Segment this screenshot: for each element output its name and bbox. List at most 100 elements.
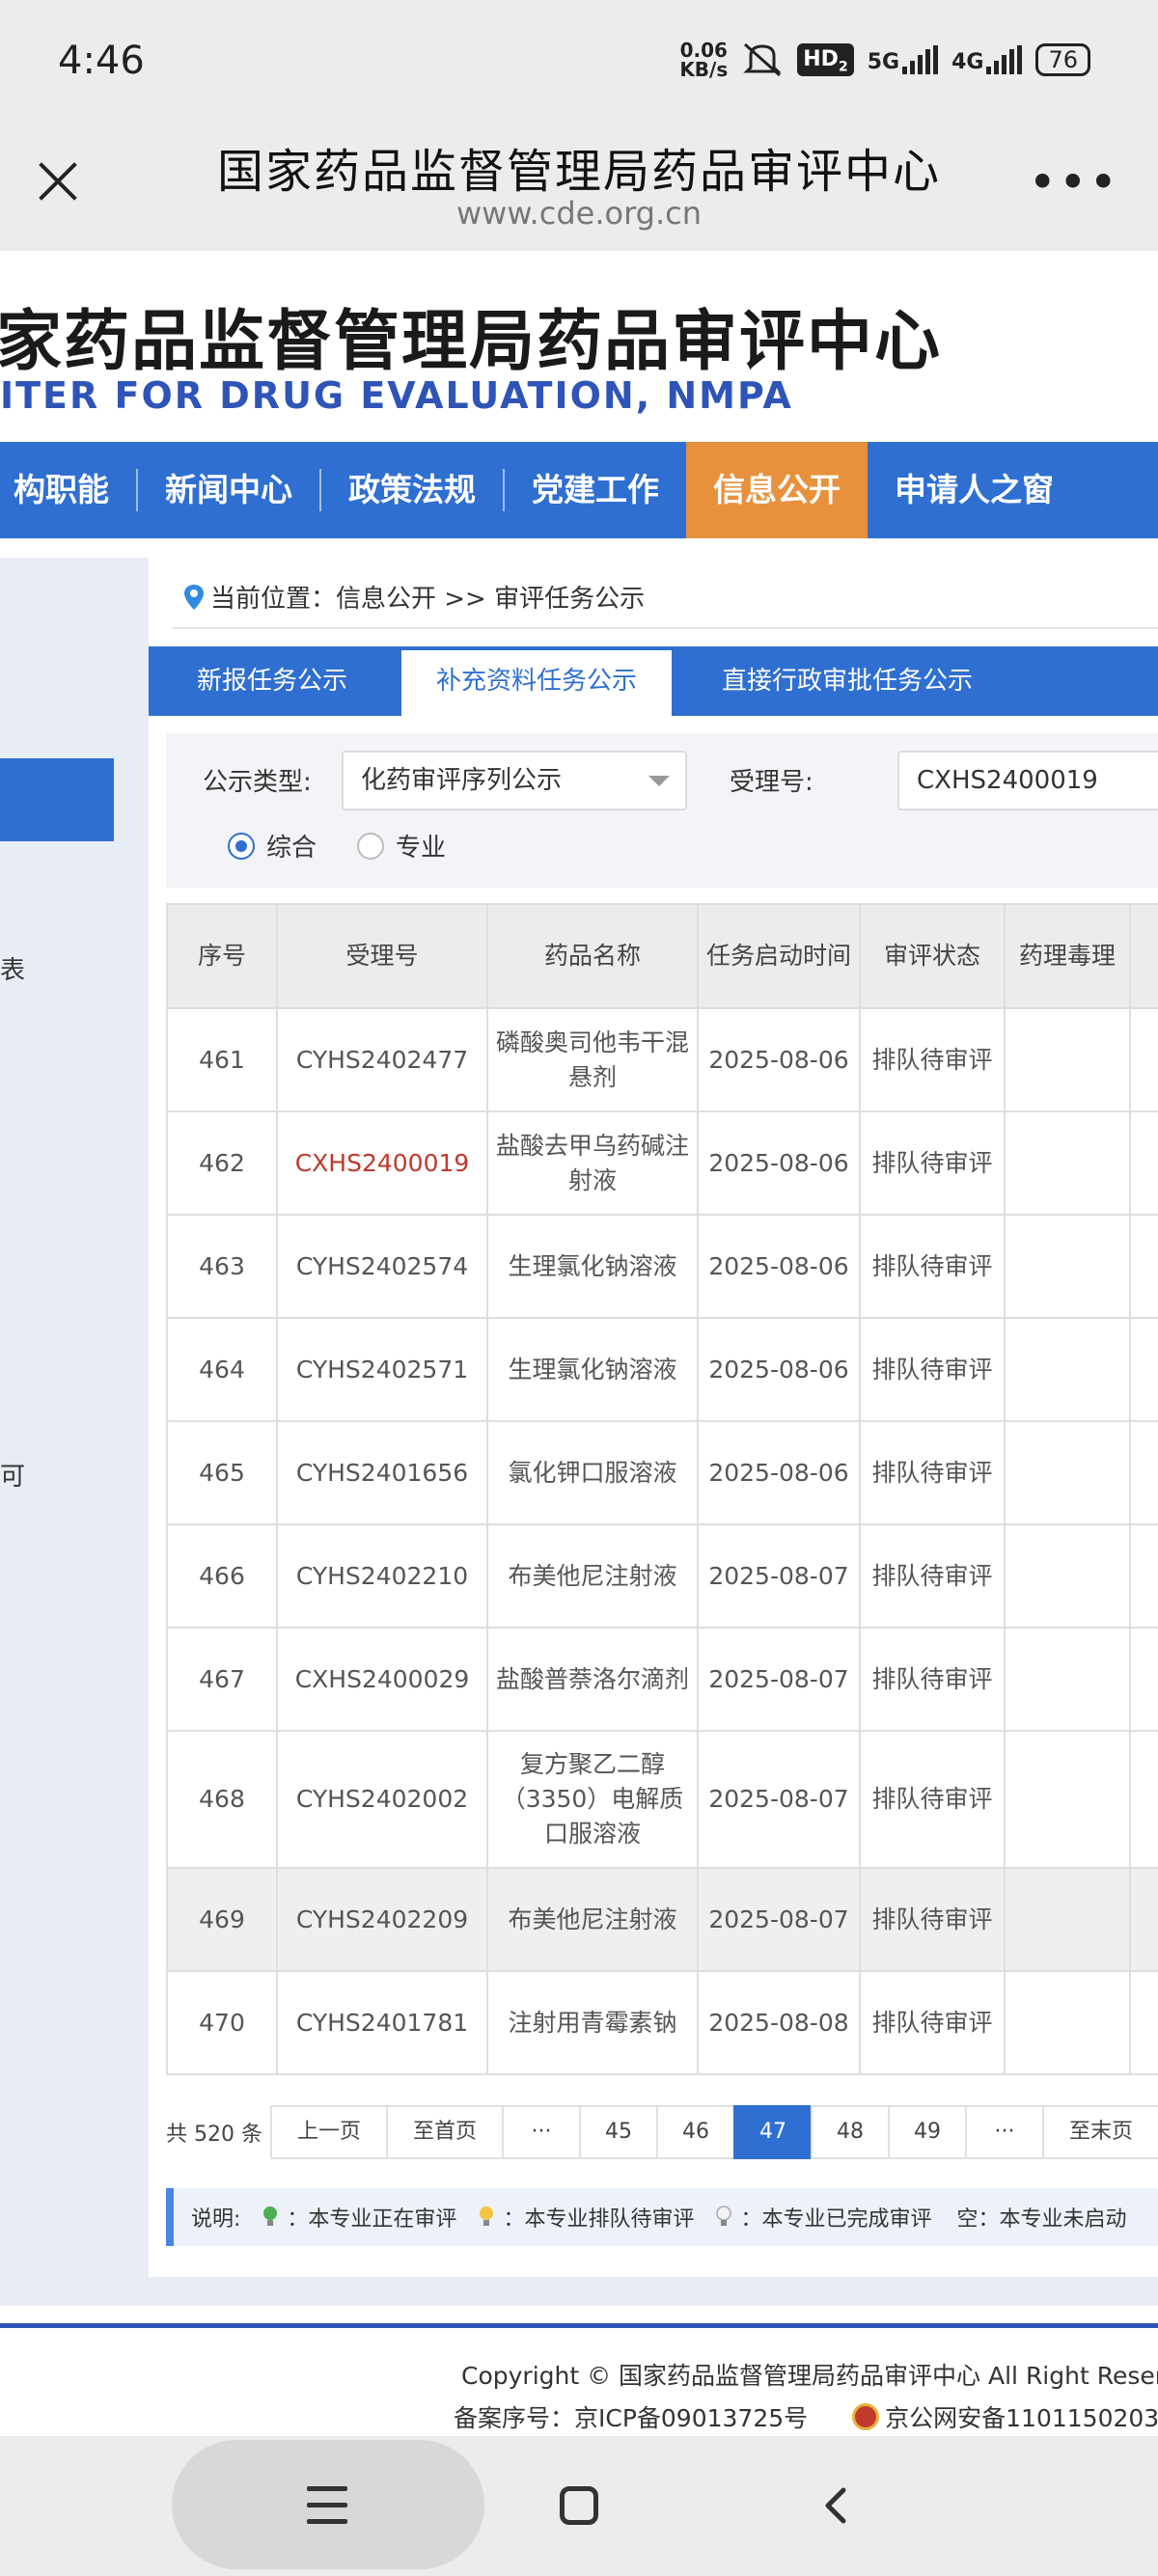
status-bar: 4:46 0.06 KB/s HD2 5G 4G 76 (0, 0, 1158, 125)
radio-comprehensive[interactable]: 综合 (228, 828, 317, 863)
cell-drug-name: 氯化钾口服溶液 (486, 1420, 699, 1525)
copyright-text: Copyright © 国家药品监督管理局药品审评中心 All Right Re… (461, 2362, 1158, 2390)
status-icons: 0.06 KB/s HD2 5G 4G 76 (679, 41, 1090, 79)
table-row[interactable]: 466 CYHS2402210 布美他尼注射液 2025-08-07 排队待审评 (166, 1523, 1158, 1629)
home-icon[interactable] (560, 2486, 598, 2525)
nav-item-policy[interactable]: 政策法规 (321, 442, 503, 538)
browser-page-title: 国家药品监督管理局药品审评中心 (216, 145, 941, 199)
radio-comprehensive-label: 综合 (266, 834, 317, 863)
site-name-en: ITER FOR DRUG EVALUATION, NMPA (0, 374, 793, 417)
nav-item-news[interactable]: 新闻中心 (138, 442, 319, 538)
total-count: 共 520 条 (166, 2123, 262, 2147)
cell-no: 465 (166, 1420, 278, 1525)
cell-status: 排队待审评 (859, 1214, 1006, 1319)
sidebar-item-active[interactable] (0, 758, 114, 841)
col-header-drug-name: 药品名称 (486, 903, 699, 1009)
page-button[interactable]: 49 (887, 2105, 967, 2159)
legend-empty: 空：本专业未启动 (956, 2207, 1127, 2232)
cell-start-time: 2025-08-06 (697, 1007, 861, 1112)
cell-no: 463 (166, 1214, 278, 1319)
battery-icon: 76 (1035, 43, 1090, 76)
cell-drug-name: 注射用青霉素钠 (486, 1970, 699, 2075)
signal-5g-label: 5G (867, 50, 900, 74)
type-label: 公示类型: (203, 768, 312, 797)
cell-drug-name: 盐酸去甲乌药碱注射液 (486, 1110, 699, 1216)
cell-more (1129, 1007, 1158, 1112)
cell-start-time: 2025-08-06 (697, 1420, 861, 1525)
cell-no: 461 (166, 1007, 278, 1112)
browser-url[interactable]: www.cde.org.cn (0, 195, 1158, 232)
site-header: 家药品监督管理局药品审评中心 ITER FOR DRUG EVALUATION,… (0, 251, 1158, 444)
cell-more (1129, 1627, 1158, 1732)
tab-supplement-tasks[interactable]: 补充资料任务公示 (401, 650, 673, 716)
tab-new-tasks[interactable]: 新报任务公示 (149, 646, 401, 716)
table-row[interactable]: 469 CYHS2402209 布美他尼注射液 2025-08-07 排队待审评 (166, 1867, 1158, 1972)
nav-item-functions[interactable]: 构职能 (0, 442, 136, 538)
yellow-bulb-icon (480, 2206, 494, 2226)
police-record-link[interactable]: 京公网安备1101150203753 (885, 2399, 1158, 2434)
table-row[interactable]: 467 CXHS2400029 盐酸普萘洛尔滴剂 2025-08-07 排队待审… (166, 1627, 1158, 1732)
cell-start-time: 2025-08-08 (697, 1970, 861, 2075)
more-menu-icon[interactable]: ••• (1029, 154, 1119, 210)
green-bulb-icon (263, 2206, 278, 2226)
cell-more (1129, 1214, 1158, 1319)
nav-item-info-disclosure[interactable]: 信息公开 (686, 442, 868, 538)
type-select-value: 化药审评序列公示 (361, 766, 563, 795)
cell-drug-name: 复方聚乙二醇（3350）电解质口服溶液 (486, 1730, 699, 1869)
pagination-ellipsis: ··· (501, 2105, 581, 2159)
first-page-button[interactable]: 至首页 (385, 2105, 504, 2159)
tab-direct-approval-tasks[interactable]: 直接行政审批任务公示 (672, 646, 1023, 716)
cell-start-time: 2025-08-06 (697, 1317, 861, 1422)
white-bulb-icon (716, 2206, 732, 2226)
legend-white: ：本专业已完成审评 (740, 2207, 932, 2232)
cell-start-time: 2025-08-07 (697, 1867, 861, 1972)
system-nav-bar (0, 2436, 1158, 2576)
cell-more (1129, 1317, 1158, 1422)
cell-status: 排队待审评 (859, 1110, 1006, 1216)
table-row[interactable]: 461 CYHS2402477 磷酸奥司他韦干混悬剂 2025-08-06 排队… (166, 1007, 1158, 1112)
content-card: 当前位置：信息公开 >> 审评任务公示 新报任务公示 补充资料任务公示 直接行政… (149, 558, 1158, 2277)
page-button-current[interactable]: 47 (732, 2105, 813, 2159)
cell-pharm-tox (1004, 1970, 1131, 2075)
cell-pharm-tox (1004, 1730, 1131, 1869)
cell-more (1129, 1867, 1158, 1972)
cell-start-time: 2025-08-06 (697, 1110, 861, 1216)
cell-more (1129, 1970, 1158, 2075)
cell-pharm-tox (1004, 1420, 1131, 1525)
icp-link[interactable]: 备案序号：京ICP备09013725号 (454, 2399, 808, 2434)
table-row[interactable]: 464 CYHS2402571 生理氯化钠溶液 2025-08-06 排队待审评 (166, 1317, 1158, 1422)
col-header-more (1129, 903, 1158, 1009)
network-speed-value: 0.06 (679, 39, 728, 62)
page-button[interactable]: 45 (578, 2105, 658, 2159)
page-button[interactable]: 46 (655, 2105, 735, 2159)
legend-bar: 说明: ：本专业正在审评 ：本专业排队待审评 ：本专业已完成审评 空：本专业未启… (166, 2188, 1158, 2246)
cell-no: 467 (166, 1627, 278, 1732)
cell-drug-name: 生理氯化钠溶液 (486, 1317, 699, 1422)
table-row[interactable]: 465 CYHS2401656 氯化钾口服溶液 2025-08-06 排队待审评 (166, 1420, 1158, 1525)
table-row[interactable]: 470 CYHS2401781 注射用青霉素钠 2025-08-08 排队待审评 (166, 1970, 1158, 2075)
type-select[interactable]: 化药审评序列公示 (342, 751, 687, 810)
page-button[interactable]: 48 (810, 2105, 890, 2159)
last-page-button[interactable]: 至末页 (1041, 2105, 1158, 2159)
table-row[interactable]: 463 CYHS2402574 生理氯化钠溶液 2025-08-06 排队待审评 (166, 1214, 1158, 1319)
accept-no-input[interactable]: CXHS2400019 (897, 751, 1158, 810)
sidebar-item-fragment[interactable]: 可 (0, 1457, 25, 1493)
sidebar-item-fragment[interactable]: 表 (0, 950, 25, 986)
radio-professional[interactable]: 专业 (357, 828, 446, 863)
nav-item-applicant[interactable]: 申请人之窗 (868, 442, 1081, 538)
cell-status: 排队待审评 (859, 1420, 1006, 1525)
menu-icon[interactable] (307, 2486, 347, 2525)
status-time: 4:46 (58, 39, 145, 83)
back-icon[interactable] (820, 2486, 849, 2525)
nav-item-party[interactable]: 党建工作 (505, 442, 686, 538)
cell-accept-no-highlighted: CXHS2400019 (276, 1110, 488, 1216)
table-row[interactable]: 468 CYHS2402002 复方聚乙二醇（3350）电解质口服溶液 2025… (166, 1730, 1158, 1869)
cell-drug-name: 布美他尼注射液 (486, 1867, 699, 1972)
table-row[interactable]: 462 CXHS2400019 盐酸去甲乌药碱注射液 2025-08-06 排队… (166, 1110, 1158, 1216)
content-area: 当前位置：信息公开 >> 审评任务公示 新报任务公示 补充资料任务公示 直接行政… (114, 558, 1158, 2306)
prev-page-button[interactable]: 上一页 (269, 2105, 388, 2159)
cell-pharm-tox (1004, 1110, 1131, 1216)
footer-records: 备案序号：京ICP备09013725号 京公网安备1101150203753 (454, 2399, 1158, 2434)
cell-accept-no: CYHS2402574 (276, 1214, 488, 1319)
cell-pharm-tox (1004, 1007, 1131, 1112)
